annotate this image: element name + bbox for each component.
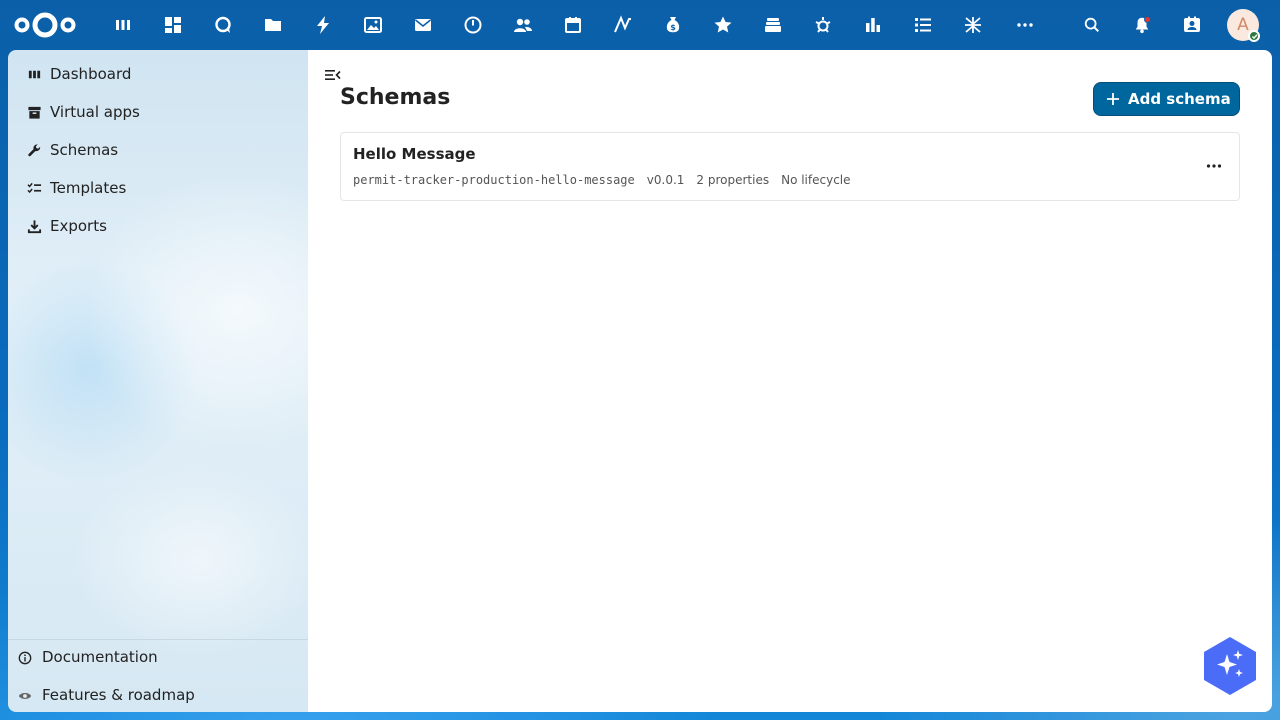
info-icon <box>18 650 32 665</box>
notification-dot <box>1144 16 1151 23</box>
sidebar-item-templates[interactable]: Templates <box>12 170 304 206</box>
apps-grid-icon[interactable] <box>158 10 188 40</box>
schema-title: Hello Message <box>353 145 476 163</box>
main-content: Schemas Add schema Hello Message permit-… <box>308 50 1272 712</box>
more-apps-icon[interactable] <box>1010 10 1040 40</box>
dashboard-icon <box>26 66 42 82</box>
money-icon[interactable]: $ <box>658 10 688 40</box>
sidebar-item-label: Virtual apps <box>50 103 140 121</box>
schema-card[interactable]: Hello Message permit-tracker-production-… <box>340 132 1240 201</box>
archive-icon <box>26 104 42 120</box>
plus-icon <box>1107 93 1119 105</box>
sidebar-item-label: Dashboard <box>50 65 132 83</box>
schema-lifecycle: No lifecycle <box>781 173 851 187</box>
tasks-icon[interactable] <box>908 10 938 40</box>
eye-icon <box>18 688 32 702</box>
schema-actions-menu-icon[interactable] <box>1197 151 1231 181</box>
search-icon[interactable] <box>1077 10 1107 40</box>
app-navigation: Dashboard Virtual apps Schemas Templates… <box>8 50 308 712</box>
wrench-icon <box>26 142 42 158</box>
notes-icon[interactable] <box>608 10 638 40</box>
sidebar-footer-features-roadmap[interactable]: Features & roadmap <box>8 678 308 712</box>
sidebar-item-label: Templates <box>50 179 127 197</box>
add-schema-label: Add schema <box>1128 90 1231 108</box>
notifications-bell-icon[interactable] <box>1127 10 1157 40</box>
contacts-icon[interactable] <box>508 10 538 40</box>
add-schema-button[interactable]: Add schema <box>1093 82 1240 116</box>
sidebar-item-dashboard[interactable]: Dashboard <box>12 56 304 92</box>
sidebar-item-schemas[interactable]: Schemas <box>12 132 304 168</box>
schema-meta: permit-tracker-production-hello-message … <box>353 173 851 187</box>
toggle-navigation-icon[interactable] <box>324 67 342 83</box>
top-header: $ A <box>0 0 1280 50</box>
schema-properties-count: 2 properties <box>696 173 770 187</box>
calendar-icon[interactable] <box>558 10 588 40</box>
mail-icon[interactable] <box>408 10 438 40</box>
avatar-initial: A <box>1237 15 1249 35</box>
sidebar-item-label: Exports <box>50 217 107 235</box>
talk-icon[interactable] <box>208 10 238 40</box>
nextcloud-logo-icon[interactable] <box>14 11 76 39</box>
svg-text:$: $ <box>670 23 676 32</box>
photos-icon[interactable] <box>358 10 388 40</box>
download-icon <box>26 218 42 234</box>
time-icon[interactable] <box>458 10 488 40</box>
sidebar-footer-label: Features & roadmap <box>42 686 195 704</box>
sidebar-item-virtual-apps[interactable]: Virtual apps <box>12 94 304 130</box>
user-avatar[interactable]: A <box>1227 9 1260 42</box>
deck-icon[interactable] <box>758 10 788 40</box>
sidebar-item-label: Schemas <box>50 141 119 159</box>
sidebar-footer-label: Documentation <box>42 648 158 666</box>
tool-app-icon[interactable] <box>958 10 988 40</box>
sidebar-item-exports[interactable]: Exports <box>12 208 304 244</box>
favorites-icon[interactable] <box>708 10 738 40</box>
files-icon[interactable] <box>258 10 288 40</box>
online-status-icon <box>1248 30 1260 42</box>
activity-icon[interactable] <box>308 10 338 40</box>
sidebar-footer-documentation[interactable]: Documentation <box>8 640 308 674</box>
dashboard-app-icon[interactable] <box>108 10 138 40</box>
schema-version: v0.0.1 <box>646 173 685 187</box>
checklist-icon <box>26 180 42 196</box>
schema-slug: permit-tracker-production-hello-message <box>353 173 635 187</box>
page-title: Schemas <box>340 85 451 110</box>
assistant-sparkle-icon[interactable] <box>1203 636 1257 696</box>
settings-app-icon[interactable] <box>808 10 838 40</box>
contacts-menu-icon[interactable] <box>1177 10 1207 40</box>
analytics-icon[interactable] <box>858 10 888 40</box>
